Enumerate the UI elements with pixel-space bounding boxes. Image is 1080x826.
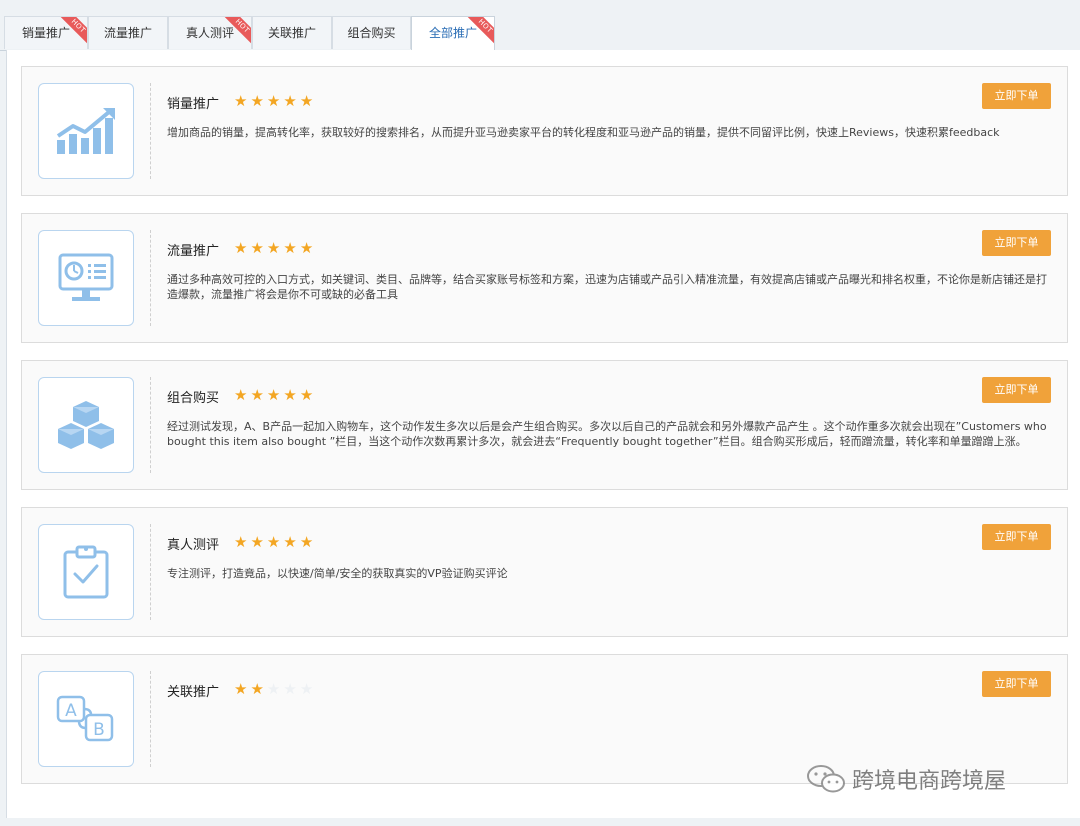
star-icon: ★ [234,239,251,257]
stacked-boxes-icon [58,401,114,449]
card-divider [150,524,151,620]
card-title: 组合购买 [167,391,220,406]
star-icon: ★ [250,680,267,698]
card-divider [150,230,151,326]
card-description: 通过多种高效可控的入口方式，如关键词、类目、品牌等，结合买家账号标签和方案，迅速… [167,273,1047,301]
tab-label: 流量推广 [103,26,152,40]
tab-sales-promotion[interactable]: 销量推广 HOT [4,16,88,49]
service-card-traffic: 流量推广 ★★★★★ 通过多种高效可控的入口方式，如关键词、类目、品牌等，结合买… [21,213,1068,343]
tab-label: 全部推广 [428,26,477,40]
card-title: 流量推广 [167,244,220,259]
card-description: 经过测试发现，A、B产品一起加入购物车，这个动作发生多次以后是会产生组合购买。多… [167,420,1047,448]
service-icon-box: A B [38,671,134,767]
order-now-button[interactable]: 立即下单 [982,83,1051,109]
wechat-icon [807,765,845,793]
ab-link-icon: A B [56,695,114,742]
card-title: 真人测评 [167,538,220,553]
watermark-text: 跨境电商跨境屋 [852,769,1007,794]
star-icon: ★ [266,680,284,698]
order-now-button[interactable]: 立即下单 [982,230,1051,256]
star-icon: ★ [283,92,300,110]
service-icon-box [38,377,134,473]
star-icon: ★ [283,239,300,257]
star-icon: ★ [299,239,317,257]
star-icon: ★ [266,533,284,551]
clipboard-check-icon [63,545,109,599]
star-icon: ★ [283,680,300,698]
star-icon: ★ [234,680,251,698]
tab-traffic-promotion[interactable]: 流量推广 [88,16,168,49]
tab-related-promotion[interactable]: 关联推广 [252,16,332,49]
service-card-combo: 组合购买 ★★★★★ 经过测试发现，A、B产品一起加入购物车，这个动作发生多次以… [21,360,1068,490]
card-description: 增加商品的销量，提高转化率，获取较好的搜索排名，从而提升亚马逊卖家平台的转化程度… [167,126,1000,139]
star-icon: ★ [234,386,251,404]
growth-chart-icon [56,108,115,154]
order-now-button[interactable]: 立即下单 [982,377,1051,403]
star-icon: ★ [299,92,317,110]
tab-combo-purchase[interactable]: 组合购买 [332,16,411,49]
service-card-sales: 销量推广 ★★★★★ 增加商品的销量，提高转化率，获取较好的搜索排名，从而提升亚… [21,66,1068,196]
tab-label: 关联推广 [267,26,316,40]
tab-label: 销量推广 [21,26,70,40]
star-icon: ★ [250,533,267,551]
star-icon: ★ [266,386,284,404]
rating-stars: ★★★★★ [234,534,316,550]
tab-label: 真人测评 [185,26,234,40]
star-icon: ★ [266,92,284,110]
order-now-button[interactable]: 立即下单 [982,671,1051,697]
star-icon: ★ [250,386,267,404]
star-icon: ★ [299,386,317,404]
service-icon-box [38,230,134,326]
monitor-analytics-icon [58,253,114,301]
star-icon: ★ [299,680,317,698]
svg-text:A: A [65,701,77,721]
tab-real-review[interactable]: 真人测评 HOT [168,16,252,49]
svg-text:B: B [93,720,105,740]
card-divider [150,377,151,473]
star-icon: ★ [299,533,317,551]
watermark: 跨境电商跨境屋 [806,762,1006,796]
rating-stars: ★★★★★ [234,681,316,697]
order-now-button[interactable]: 立即下单 [982,524,1051,550]
card-description: 专注测评，打造竟品，以快速/简单/安全的获取真实的VP验证购买评论 [167,567,508,580]
card-title: 销量推广 [167,97,220,112]
star-icon: ★ [234,92,251,110]
card-title: 关联推广 [167,685,220,700]
card-divider [150,83,151,179]
star-icon: ★ [250,239,267,257]
star-icon: ★ [250,92,267,110]
content-panel: 销量推广 ★★★★★ 增加商品的销量，提高转化率，获取较好的搜索排名，从而提升亚… [6,50,1080,818]
rating-stars: ★★★★★ [234,387,316,403]
star-icon: ★ [283,533,300,551]
card-divider [150,671,151,767]
bottom-strip [0,818,1080,826]
rating-stars: ★★★★★ [234,93,316,109]
tab-bar: 销量推广 HOT 流量推广 真人测评 HOT 关联推广 组合购买 全部推广 HO… [0,16,1080,51]
star-icon: ★ [234,533,251,551]
service-icon-box [38,83,134,179]
service-card-review: 真人测评 ★★★★★ 专注测评，打造竟品，以快速/简单/安全的获取真实的VP验证… [21,507,1068,637]
rating-stars: ★★★★★ [234,240,316,256]
star-icon: ★ [283,386,300,404]
service-icon-box [38,524,134,620]
tab-label: 组合购买 [347,26,396,40]
star-icon: ★ [266,239,284,257]
tab-all-promotion[interactable]: 全部推广 HOT [411,16,495,51]
